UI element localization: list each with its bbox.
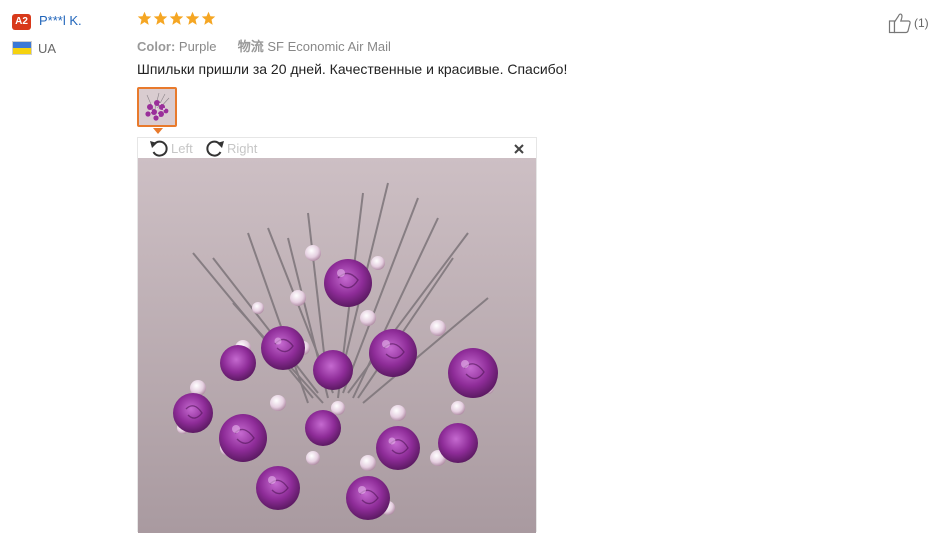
country-flag-icon (12, 41, 32, 55)
star-icon (137, 11, 152, 25)
helpful-button[interactable]: (1) (888, 12, 929, 34)
review-text: Шпильки пришли за 20 дней. Качественные … (137, 61, 568, 77)
star-icon (169, 11, 184, 25)
attr-shipping-value: SF Economic Air Mail (267, 39, 391, 54)
rotate-right-icon (206, 140, 224, 157)
helpful-count: (1) (914, 16, 929, 30)
review-photo-thumbnail[interactable] (137, 87, 177, 127)
rotate-right-label: Right (227, 140, 258, 156)
attr-color-value: Purple (178, 39, 217, 54)
rotate-right-button[interactable]: Right (204, 138, 257, 158)
photo-viewer: Left Right (137, 137, 537, 533)
star-icon (185, 11, 200, 25)
star-rating (137, 11, 216, 26)
rotate-left-icon (150, 140, 168, 157)
close-icon (514, 144, 524, 154)
attr-shipping-key: 物流 (237, 39, 264, 54)
review-photo-large (138, 158, 536, 533)
star-icon (153, 11, 168, 25)
attr-color-key: Color: (137, 39, 176, 54)
level-badge: A2 (12, 14, 31, 30)
reviewer-name[interactable]: P***l K. (39, 13, 82, 28)
thumbnail-active-indicator (153, 128, 163, 134)
viewer-toolbar: Left Right (138, 138, 536, 158)
thumbs-up-icon (888, 13, 911, 34)
order-attributes: Color: Purple 物流 SF Economic Air Mail (137, 36, 391, 55)
reviewer-country: UA (38, 41, 57, 56)
star-icon (201, 11, 216, 25)
close-viewer-button[interactable] (512, 142, 526, 156)
rotate-left-button[interactable]: Left (148, 138, 193, 158)
rotate-left-label: Left (171, 140, 193, 156)
